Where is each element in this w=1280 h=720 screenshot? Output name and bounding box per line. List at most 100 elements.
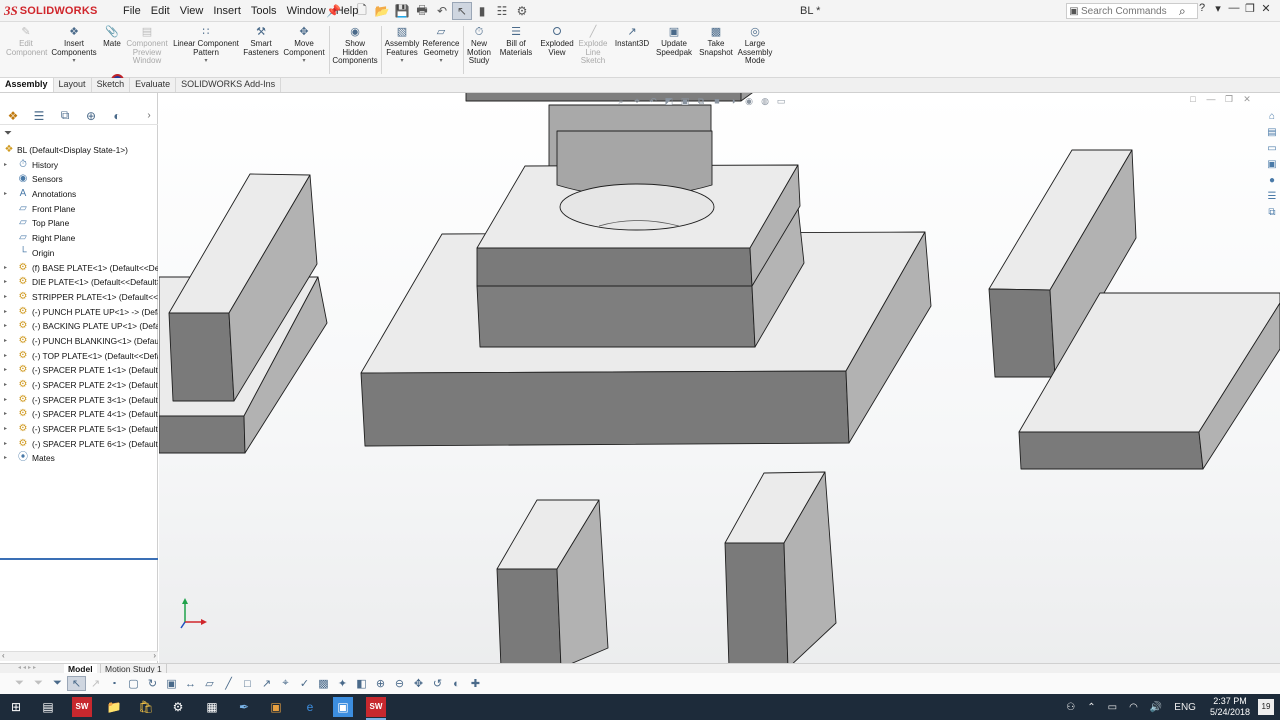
tree-item[interactable]: ▸ ⚙ (-) PUNCH PLATE UP<1> -> (Defau: [0, 305, 158, 320]
dynamic-annotation-icon[interactable]: ▣: [677, 96, 693, 107]
tab-sketch[interactable]: Sketch: [92, 78, 131, 92]
file-properties-icon[interactable]: ☷: [492, 2, 512, 20]
volume-icon[interactable]: 🔊: [1150, 702, 1162, 713]
tab-assembly[interactable]: Assembly: [0, 78, 54, 92]
search-commands-input[interactable]: [1081, 5, 1179, 17]
show-hidden-icons[interactable]: ⌃: [1087, 702, 1095, 713]
viewport-maximize-icon[interactable]: ❐: [1220, 94, 1238, 105]
view-settings-icon[interactable]: ▭: [773, 96, 789, 107]
feather-app-icon[interactable]: ✒: [234, 697, 254, 717]
media-app-icon[interactable]: ▣: [266, 697, 286, 717]
mate-button[interactable]: 📎 Mate: [101, 26, 123, 49]
display-manager-icon[interactable]: ◐: [104, 109, 130, 123]
zoom-in-icon[interactable]: ⊕: [371, 677, 390, 690]
tree-item[interactable]: ▸ ⏱ History: [0, 158, 158, 173]
show-hidden-components-button[interactable]: ◉ Show Hidden Components: [332, 26, 378, 66]
sketch-filter-icon[interactable]: ↗: [257, 677, 276, 690]
expand-arrow-icon[interactable]: ▸: [4, 437, 7, 452]
menu-file[interactable]: File: [123, 5, 141, 17]
tree-item[interactable]: ▱ Right Plane: [0, 231, 158, 246]
tree-item[interactable]: ▸ ⚙ (f) BASE PLATE<1> (Default<<Defa: [0, 261, 158, 276]
tree-horizontal-scrollbar[interactable]: ‹ ›: [0, 651, 158, 661]
viewport-minimize-icon[interactable]: —: [1202, 94, 1220, 105]
reference-geometry-button[interactable]: ▱ Reference Geometry ▾: [421, 26, 461, 66]
design-library-icon[interactable]: ▤: [1264, 127, 1280, 143]
view-orientation-icon[interactable]: ⧉: [693, 96, 709, 107]
hide-show-items-icon[interactable]: ◑: [725, 96, 741, 106]
rollback-bar[interactable]: [0, 558, 158, 560]
tab-layout[interactable]: Layout: [54, 78, 92, 92]
filter-toggle-icon[interactable]: ⏷: [10, 677, 29, 690]
plane-filter-icon[interactable]: ▱: [200, 677, 219, 690]
expand-arrow-icon[interactable]: ▸: [4, 349, 7, 364]
move-component-button[interactable]: ✥ Move Component ▾: [282, 26, 326, 66]
new-document-icon[interactable]: 🗋: [352, 2, 372, 20]
tree-item[interactable]: ▸ ⚙ (-) SPACER PLATE 5<1> (Default<<: [0, 422, 158, 437]
expand-arrow-icon[interactable]: ▸: [4, 275, 7, 290]
filter-select-icon[interactable]: ⏷: [48, 677, 67, 690]
tree-item[interactable]: ▸ A Annotations: [0, 187, 158, 202]
appearance-filter-icon[interactable]: ◐: [447, 678, 466, 690]
expand-arrow-icon[interactable]: ▸: [4, 422, 7, 437]
explode-line-sketch-button[interactable]: ╱ Explode Line Sketch: [577, 26, 609, 66]
property-manager-icon[interactable]: ☰: [26, 109, 52, 123]
clock[interactable]: 2:37 PM 5/24/2018: [1210, 696, 1250, 718]
tree-item[interactable]: ▸ ⚙ DIE PLATE<1> (Default<<Default>_: [0, 275, 158, 290]
rebuild-icon[interactable]: ▮: [472, 2, 492, 20]
options-gear-icon[interactable]: ⚙: [512, 2, 532, 20]
previous-view-icon[interactable]: ↶: [645, 96, 661, 107]
people-icon[interactable]: ⚇: [1066, 702, 1075, 713]
expand-arrow-icon[interactable]: ▸: [4, 187, 7, 202]
minimize-icon[interactable]: —: [1226, 2, 1242, 15]
instant3d-button[interactable]: ↗ Instant3D: [612, 26, 652, 49]
tree-item[interactable]: ▸ ⚙ (-) BACKING PLATE UP<1> (Default: [0, 319, 158, 334]
menu-window[interactable]: Window: [287, 5, 326, 17]
expand-arrow-icon[interactable]: ▸: [4, 319, 7, 334]
select-other-icon[interactable]: ↗: [86, 677, 105, 690]
display-style-icon[interactable]: ■: [709, 96, 725, 106]
tree-item[interactable]: ▸ ⚙ (-) SPACER PLATE 3<1> (Default<<: [0, 393, 158, 408]
insert-components-button[interactable]: ❖ Insert Components ▾: [50, 26, 98, 66]
edit-component-button[interactable]: ✎ Edit Component: [6, 26, 47, 57]
tree-item[interactable]: ▸ ⚙ (-) SPACER PLATE 2<1> (Default<<: [0, 378, 158, 393]
pin-menu-icon[interactable]: 📌: [326, 4, 341, 18]
edit-appearance-icon[interactable]: ◉: [741, 96, 757, 107]
calculator-icon[interactable]: ▦: [202, 697, 222, 717]
screen-app-icon[interactable]: ▣: [333, 697, 353, 717]
zoom-out-icon[interactable]: ⊖: [390, 677, 409, 690]
notification-center-icon[interactable]: 19: [1258, 699, 1274, 715]
windows-start-icon[interactable]: ⊞: [6, 697, 26, 717]
exploded-view-button[interactable]: ⭘ Exploded View: [537, 26, 577, 57]
note-filter-icon[interactable]: ✦: [333, 677, 352, 690]
expand-arrow-icon[interactable]: ▸: [4, 451, 7, 466]
cube-view-icon[interactable]: ▣: [162, 677, 181, 690]
language-indicator[interactable]: ENG: [1174, 702, 1196, 713]
section-view-icon[interactable]: ◩: [661, 96, 677, 107]
search-scope-icon[interactable]: ▣: [1067, 6, 1081, 17]
expand-arrow-icon[interactable]: ▸: [4, 158, 7, 173]
tab-evaluate[interactable]: Evaluate: [130, 78, 177, 92]
view-palette-icon[interactable]: ▣: [1264, 159, 1280, 175]
settings-gear-icon[interactable]: ⚙: [168, 697, 188, 717]
linear-pattern-dropdown-icon[interactable]: ▾: [172, 57, 240, 66]
file-explorer-icon[interactable]: ▭: [1264, 143, 1280, 159]
update-speedpak-button[interactable]: ▣ Update Speedpak: [654, 26, 694, 57]
assembly-3d-view[interactable]: [159, 93, 1280, 663]
tree-item[interactable]: ▸ ⚙ (-) SPACER PLATE 1<1> (Default<<: [0, 363, 158, 378]
tab-solidworks-addins[interactable]: SOLIDWORKS Add-Ins: [176, 78, 282, 92]
zoom-to-fit-icon[interactable]: ⌕: [613, 96, 629, 107]
print-icon[interactable]: 🖶: [412, 2, 432, 20]
filter-icon[interactable]: ⏷: [4, 128, 12, 139]
tree-item[interactable]: ▱ Top Plane: [0, 216, 158, 231]
solidworks-logo[interactable]: 3S SOLIDWORKS: [4, 2, 106, 20]
tree-item[interactable]: ▸ ⚙ (-) SPACER PLATE 6<1> (Default<<: [0, 437, 158, 452]
menu-edit[interactable]: Edit: [151, 5, 170, 17]
select-cursor-icon[interactable]: ↖: [452, 2, 472, 20]
close-icon[interactable]: ✕: [1258, 2, 1274, 15]
scroll-right-icon[interactable]: ›: [153, 651, 156, 660]
component-preview-window-button[interactable]: ▤ Component Preview Window: [124, 26, 170, 66]
taskbar-solidworks-active-icon[interactable]: SW: [366, 697, 386, 720]
restore-icon[interactable]: ❐: [1242, 2, 1258, 15]
expand-arrow-icon[interactable]: ▸: [4, 393, 7, 408]
move-triad-icon[interactable]: ✚: [466, 677, 485, 690]
